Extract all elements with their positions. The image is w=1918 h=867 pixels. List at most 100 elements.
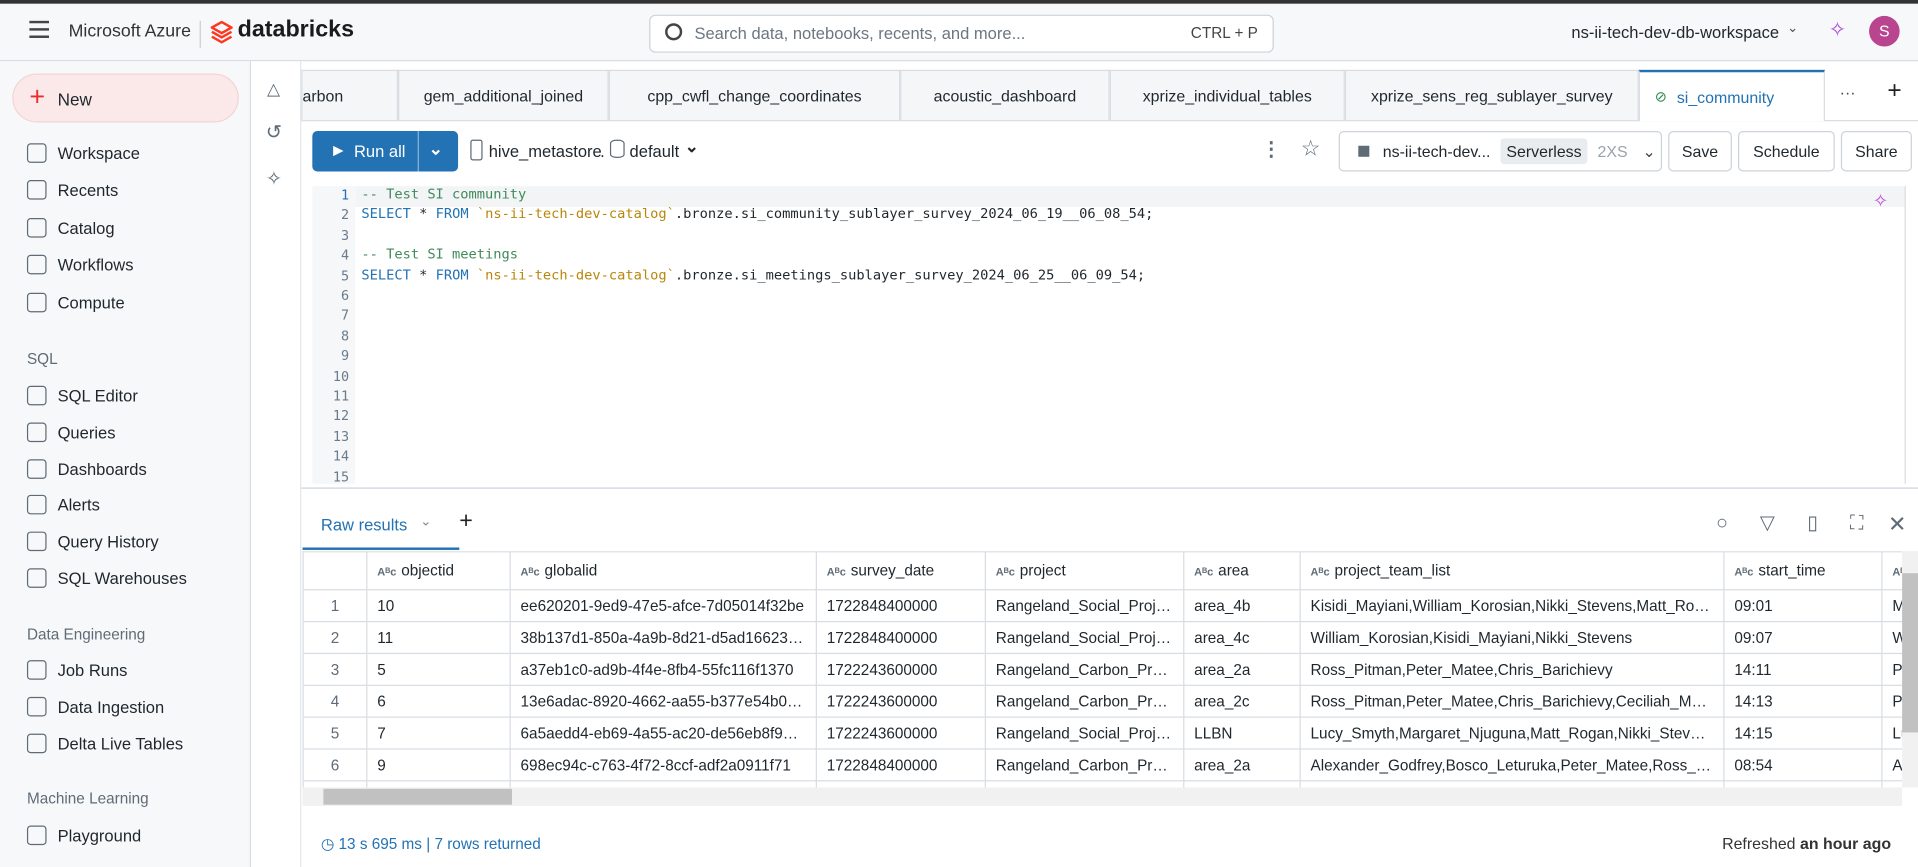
table-cell[interactable]: M — [1881, 589, 1903, 623]
vertical-scrollbar[interactable] — [1902, 551, 1918, 788]
add-tab-button[interactable]: + — [1887, 77, 1901, 105]
table-cell[interactable]: 38b137d1-850a-4a9b-8d21-d5ad166230... — [509, 620, 817, 655]
table-cell[interactable]: 09:01 — [1723, 589, 1883, 623]
editor-scrollbar[interactable] — [1904, 186, 1906, 484]
table-cell[interactable]: area_2a — [1183, 652, 1301, 686]
avatar[interactable]: S — [1869, 15, 1900, 47]
sidebar-item-sql-warehouses[interactable]: SQL Warehouses — [26, 565, 187, 592]
column-header-objectid[interactable]: Aᴮc objectid — [366, 551, 511, 591]
table-cell[interactable]: area_2a — [1183, 748, 1301, 782]
table-cell[interactable]: Pe — [1881, 652, 1903, 686]
sidebar-item-dashboards[interactable]: Dashboards — [26, 456, 147, 483]
table-row[interactable]: 5 7 6a5aedd4-eb69-4a55-ac20-de56eb8f9603 17… — [302, 716, 1903, 750]
save-button[interactable]: Save — [1668, 131, 1732, 172]
column-header-survey-date[interactable]: Aᴮc survey_date — [815, 551, 986, 591]
code-line[interactable]: -- Test SI meetings — [361, 246, 518, 262]
table-cell[interactable]: 6a5aedd4-eb69-4a55-ac20-de56eb8f9603 — [509, 716, 817, 750]
table-cell[interactable]: LLBN — [1183, 716, 1301, 750]
table-cell[interactable] — [509, 780, 817, 788]
scrollbar-thumb[interactable] — [323, 788, 512, 805]
search-input[interactable]: Search data, notebooks, recents, and mor… — [694, 24, 1025, 42]
raw-results-tab[interactable]: Raw results — [321, 516, 407, 534]
tab-si-community[interactable]: ⊘ si_community — [1638, 69, 1825, 122]
tab-gem-additional-joined[interactable]: gem_additional_joined — [398, 69, 609, 121]
tab-acoustic-dashboard[interactable]: acoustic_dashboard — [900, 69, 1110, 121]
catalog-selector[interactable]: hive_metastore — [489, 142, 602, 160]
table-cell[interactable]: Rangeland_Social_Project — [984, 589, 1185, 623]
sidebar-item-recents[interactable]: Recents — [26, 176, 118, 203]
editor-results-divider[interactable] — [301, 487, 1918, 489]
chevron-down-icon[interactable]: ⌄ — [420, 513, 431, 529]
chevron-down-icon[interactable]: ⌄ — [1787, 20, 1798, 36]
panel-icon[interactable]: ▯ — [1800, 512, 1824, 536]
table-cell[interactable]: 1722243600000 — [815, 684, 986, 718]
sidebar-item-workspace[interactable]: Workspace — [26, 140, 140, 167]
sidebar-item-queries[interactable]: Queries — [26, 419, 115, 446]
table-cell[interactable]: Ross_Pitman,Peter_Matee,Chris_Barichievy — [1299, 652, 1725, 686]
close-icon[interactable]: ✕ — [1885, 512, 1909, 536]
row-number[interactable]: 3 — [302, 652, 368, 686]
code-line[interactable]: -- Test SI community — [361, 186, 526, 202]
table-cell[interactable]: area_4b — [1183, 589, 1301, 623]
search-icon[interactable]: ○ — [1710, 512, 1734, 536]
table-cell[interactable]: 08:54 — [1723, 748, 1883, 782]
assistant-sparkle-icon[interactable]: ✧ — [1829, 18, 1846, 42]
table-cell[interactable]: area_4c — [1183, 620, 1301, 655]
sidebar-item-sql-editor[interactable]: SQL Editor — [26, 382, 138, 409]
schedule-button[interactable]: Schedule — [1737, 131, 1835, 172]
workspace-switcher[interactable]: ns-ii-tech-dev-db-workspace — [1571, 23, 1779, 41]
table-row[interactable]: 3 5 a37eb1c0-ad9b-4f4e-8fb4-55fc116f1370 17… — [302, 652, 1903, 686]
sidebar-item-job-runs[interactable]: Job Runs — [26, 656, 127, 683]
table-cell[interactable]: Lucy_Smyth,Margaret_Njuguna,Matt_Rogan,N… — [1299, 716, 1725, 750]
sidebar-item-playground[interactable]: Playground — [26, 822, 141, 849]
table-cell[interactable]: 14:15 — [1723, 716, 1883, 750]
table-row[interactable]: 2 11 38b137d1-850a-4a9b-8d21-d5ad166230...… — [302, 620, 1903, 655]
column-header-globalid[interactable]: Aᴮc globalid — [509, 551, 817, 591]
sidebar-item-catalog[interactable]: Catalog — [26, 214, 115, 241]
table-cell[interactable] — [366, 780, 511, 788]
table-cell[interactable]: 6 — [366, 684, 511, 718]
row-number[interactable]: 4 — [302, 684, 368, 718]
tab-xprize-sens-reg-sublayer-survey[interactable]: xprize_sens_reg_sublayer_survey — [1344, 69, 1639, 121]
sidebar-item-query-history[interactable]: Query History — [26, 528, 159, 555]
column-header-truncated[interactable]: Aᴮ — [1881, 551, 1903, 591]
table-cell[interactable]: 1722848400000 — [815, 620, 986, 655]
table-cell[interactable]: 09:07 — [1723, 620, 1883, 655]
row-number[interactable]: 7 — [302, 780, 368, 788]
table-cell[interactable]: 1722848400000 — [815, 748, 986, 782]
table-cell[interactable] — [1881, 780, 1903, 788]
share-button[interactable]: Share — [1840, 131, 1912, 172]
hamburger-menu-icon[interactable] — [29, 20, 49, 38]
sidebar-item-workflows[interactable]: Workflows — [26, 251, 134, 278]
tab-cpp-cwfl-change-coordinates[interactable]: cpp_cwfl_change_coordinates — [608, 69, 901, 121]
tab-arbon[interactable]: arbon — [301, 69, 399, 121]
table-cell[interactable]: W — [1881, 620, 1903, 655]
row-number[interactable]: 1 — [302, 589, 368, 623]
new-button[interactable]: + New — [12, 73, 239, 123]
table-cell[interactable]: 5 — [366, 652, 511, 686]
row-number[interactable]: 2 — [302, 620, 368, 655]
more-tabs-button[interactable]: ··· — [1840, 83, 1856, 101]
compute-selector[interactable]: ns-ii-tech-dev... Serverless 2XS ⌄ — [1338, 131, 1663, 172]
table-cell[interactable]: Pe — [1881, 684, 1903, 718]
table-cell[interactable]: Alexander_Godfrey,Bosco_Leturuka,Peter_M… — [1299, 748, 1725, 782]
table-cell[interactable]: 7 — [366, 716, 511, 750]
sidebar-item-compute[interactable]: Compute — [26, 289, 125, 316]
code-line[interactable]: SELECT * FROM `ns-ii-tech-dev-catalog`.b… — [361, 206, 1153, 222]
table-cell[interactable]: ee620201-9ed9-47e5-afce-7d05014f32be — [509, 589, 817, 623]
assistant-icon[interactable]: ✧ — [266, 167, 282, 191]
table-cell[interactable]: Kisidi_Mayiani,William_Korosian,Nikki_St… — [1299, 589, 1725, 623]
table-cell[interactable]: Rangeland_Social_Project — [984, 716, 1185, 750]
table-cell[interactable] — [1299, 780, 1725, 788]
table-cell[interactable]: 9 — [366, 748, 511, 782]
sidebar-item-data-ingestion[interactable]: Data Ingestion — [26, 693, 164, 720]
column-header-start-time[interactable]: Aᴮc start_time — [1723, 551, 1883, 591]
table-cell[interactable]: Lu — [1881, 716, 1903, 750]
star-icon[interactable]: ☆ — [1301, 136, 1321, 162]
table-cell[interactable]: 1722848400000 — [815, 589, 986, 623]
history-icon[interactable]: ↺ — [266, 120, 282, 144]
fullscreen-icon[interactable]: ⛶ — [1845, 512, 1869, 536]
chevron-down-icon[interactable]: ⌄ — [685, 136, 699, 157]
table-cell[interactable] — [984, 780, 1185, 788]
table-cell[interactable]: 1722243600000 — [815, 716, 986, 750]
